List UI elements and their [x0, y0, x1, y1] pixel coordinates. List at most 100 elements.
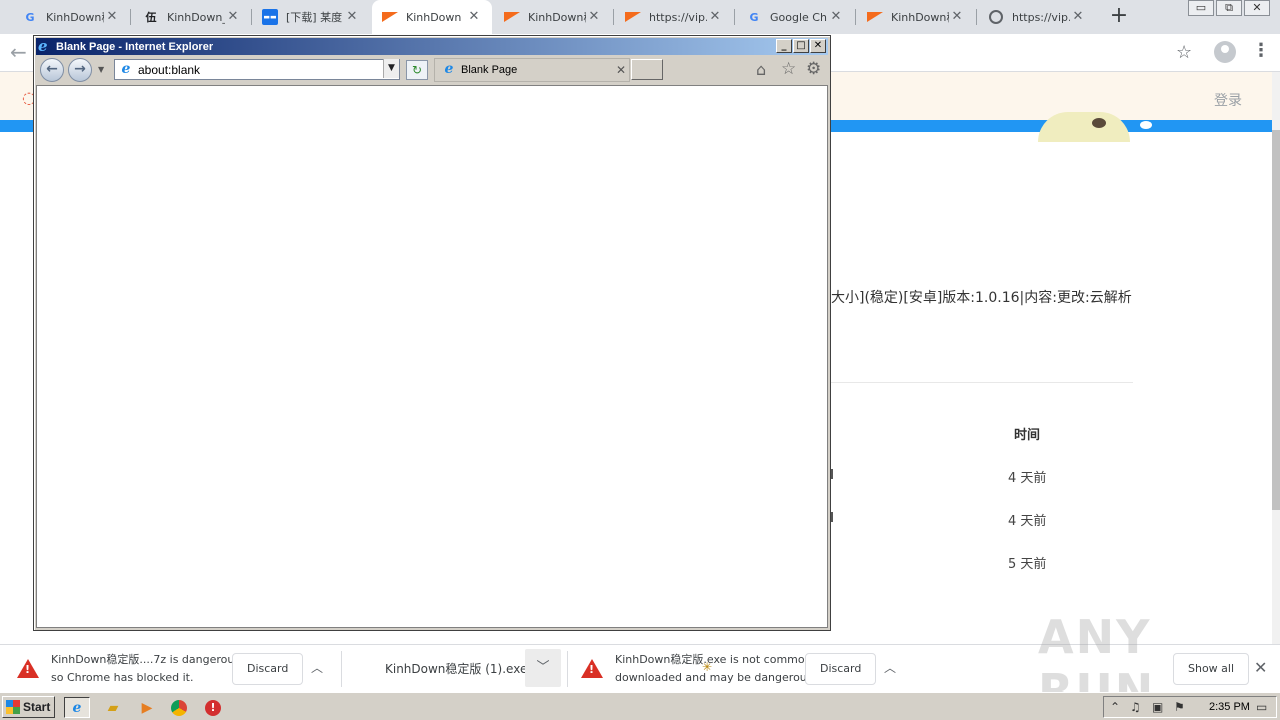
google-icon: G [25, 10, 35, 24]
ie-window: e Blank Page - Internet Explorer _ □ ✕ ←… [33, 35, 831, 631]
tab-title: KinhDown_ [167, 10, 225, 24]
tab-kinhdown-4[interactable]: KinhDown稳 ✕ [857, 0, 975, 34]
action-center-flag-icon[interactable]: ⚑ [1174, 700, 1185, 714]
taskbar-clock[interactable]: 2:35 PM [1209, 701, 1250, 713]
close-icon[interactable]: ✕ [344, 9, 360, 25]
close-icon[interactable]: ✕ [586, 9, 602, 25]
tab-title: https://vip. [649, 10, 707, 24]
tab-title: [下载] 某度 [286, 11, 343, 24]
start-label: Start [23, 700, 51, 714]
show-desktop-icon[interactable]: ▭ [1256, 700, 1267, 714]
volume-icon[interactable]: ♫ [1130, 700, 1141, 714]
tab-separator [976, 9, 977, 25]
window-controls: ▭ ⧉ ✕ [1186, 0, 1270, 16]
ie-new-tab-button[interactable] [631, 59, 663, 80]
close-icon[interactable]: ✕ [466, 9, 482, 25]
kinhdown-flag-icon [504, 9, 520, 25]
chevron-up-icon[interactable]: ︿ [884, 659, 896, 676]
chevron-down-icon[interactable]: ﹀ [525, 649, 561, 687]
table-cell-time: 4 天前 [1008, 514, 1047, 529]
tab-title: https://vip. [1012, 10, 1070, 24]
profile-avatar[interactable] [1214, 41, 1236, 63]
network-icon[interactable]: ▣ [1152, 700, 1163, 714]
tab-kinhdown-3[interactable]: KinhDown稳 ✕ [494, 0, 612, 34]
taskbar-folder-icon[interactable]: ▰ [100, 697, 126, 718]
tab-vip-url[interactable]: https://vip. ✕ [615, 0, 733, 34]
start-button[interactable]: Start [2, 696, 55, 718]
ie-address-input[interactable]: about:blank [138, 63, 381, 77]
kinhdown-flag-icon [867, 9, 883, 25]
download-warning-line: KinhDown稳定版.exe is not commonly [615, 653, 822, 666]
ie-titlebar[interactable]: e Blank Page - Internet Explorer _ □ ✕ [36, 38, 828, 55]
close-icon[interactable]: ✕ [1070, 9, 1086, 25]
discard-button[interactable]: Discard [805, 653, 877, 685]
ie-history-dropdown-icon[interactable]: ▼ [98, 65, 104, 74]
ie-minimize-button[interactable]: _ [776, 39, 792, 53]
tab-kinhdown-active[interactable]: KinhDown ✕ [372, 0, 492, 34]
table-cell-time: 5 天前 [1008, 557, 1047, 572]
ie-navigation-bar: ← → ▼ e about:blank ⚲ ▼ ↻ e Blank Page ✕… [36, 56, 828, 84]
kinhdown-flag-icon [382, 9, 398, 25]
page-scroll-thumb[interactable] [1272, 130, 1280, 510]
tab-google-chrome[interactable]: G Google Chro ✕ [736, 0, 854, 34]
chrome-tab-strip: G KinhDown稳 ✕ 伍 KinhDown_ ✕ ▬▬ [下载] 某度 ✕… [0, 0, 1280, 34]
download-filename: KinhDown稳定版 (1).exe [385, 662, 528, 676]
ie-refresh-icon[interactable]: ↻ [406, 60, 428, 80]
download-warning-line: KinhDown稳定版....7z is dangerous, [51, 653, 244, 666]
home-icon[interactable]: ⌂ [756, 60, 766, 79]
taskbar-ie-icon[interactable]: e [64, 697, 90, 718]
close-icon[interactable]: ✕ [949, 9, 965, 25]
taskbar-stop-icon[interactable]: ! [200, 697, 226, 718]
ie-maximize-button[interactable]: □ [793, 39, 809, 53]
favorites-star-icon[interactable]: ☆ [781, 59, 796, 79]
close-window-button[interactable]: ✕ [1244, 0, 1270, 16]
ie-back-icon[interactable]: ← [40, 58, 64, 82]
close-icon[interactable]: ✕ [707, 9, 723, 25]
download-warning-text: KinhDown稳定版....7z is dangerous, so Chrom… [51, 651, 244, 687]
taskbar-chrome-icon[interactable] [166, 697, 192, 718]
discard-button[interactable]: Discard [232, 653, 304, 685]
warning-icon: ! [581, 659, 603, 678]
download-warning-line: downloaded and may be dangerous. [615, 671, 816, 684]
close-icon[interactable]: ✕ [104, 9, 120, 25]
ie-page-icon: e [444, 61, 454, 77]
taskbar-media-player-icon[interactable]: ▶ [134, 697, 160, 718]
gear-icon[interactable]: ⚙ [806, 59, 821, 79]
mascot-decoration [1140, 121, 1152, 129]
close-icon[interactable]: ✕ [613, 63, 629, 77]
chevron-up-icon[interactable]: ︿ [311, 659, 323, 676]
tab-kinhdown-2[interactable]: 伍 KinhDown_ ✕ [133, 0, 251, 34]
table-row-edge [831, 512, 833, 522]
login-link[interactable]: 登录 [1214, 90, 1242, 110]
tab-download-page[interactable]: ▬▬ [下载] 某度 ✕ [252, 0, 370, 34]
download-warning-text: KinhDown稳定版.exe is not commonly download… [615, 651, 821, 687]
tab-vip-url-2[interactable]: https://vip. ✕ [978, 0, 1096, 34]
restore-button[interactable]: ⧉ [1216, 0, 1242, 16]
ie-logo-icon: e [38, 36, 48, 55]
ie-address-bar[interactable]: e about:blank ⚲ [114, 59, 400, 80]
ie-window-title: Blank Page - Internet Explorer [56, 40, 214, 53]
ie-tab-title: Blank Page [461, 64, 518, 76]
ie-forward-icon[interactable]: → [68, 58, 92, 82]
bookmark-star-icon[interactable]: ☆ [1176, 42, 1192, 63]
wu-icon: 伍 [145, 11, 157, 24]
tab-kinhdown-1[interactable]: G KinhDown稳 ✕ [12, 0, 130, 34]
chrome-menu-icon[interactable]: ⋮ [1252, 40, 1270, 61]
globe-icon [988, 9, 1004, 25]
windows-logo-icon [6, 700, 20, 714]
ie-content-area[interactable] [36, 85, 828, 628]
ie-tab-blank-page[interactable]: e Blank Page ✕ [434, 58, 630, 82]
tray-expand-icon[interactable]: ⌃ [1110, 700, 1120, 714]
ie-address-dropdown-icon[interactable]: ▼ [383, 59, 399, 78]
close-icon[interactable]: ✕ [828, 9, 844, 25]
tab-separator [734, 9, 735, 25]
tab-title: KinhDown稳 [46, 11, 104, 24]
new-tab-button[interactable]: + [1108, 5, 1130, 28]
table-row-edge [831, 469, 833, 479]
close-icon[interactable]: ✕ [225, 9, 241, 25]
blue-site-icon: ▬▬ [262, 9, 278, 25]
tab-title: Google Chro [770, 10, 828, 24]
minimize-button[interactable]: ▭ [1188, 0, 1214, 16]
ie-close-button[interactable]: ✕ [810, 39, 826, 53]
back-arrow-icon[interactable]: ← [10, 40, 27, 64]
